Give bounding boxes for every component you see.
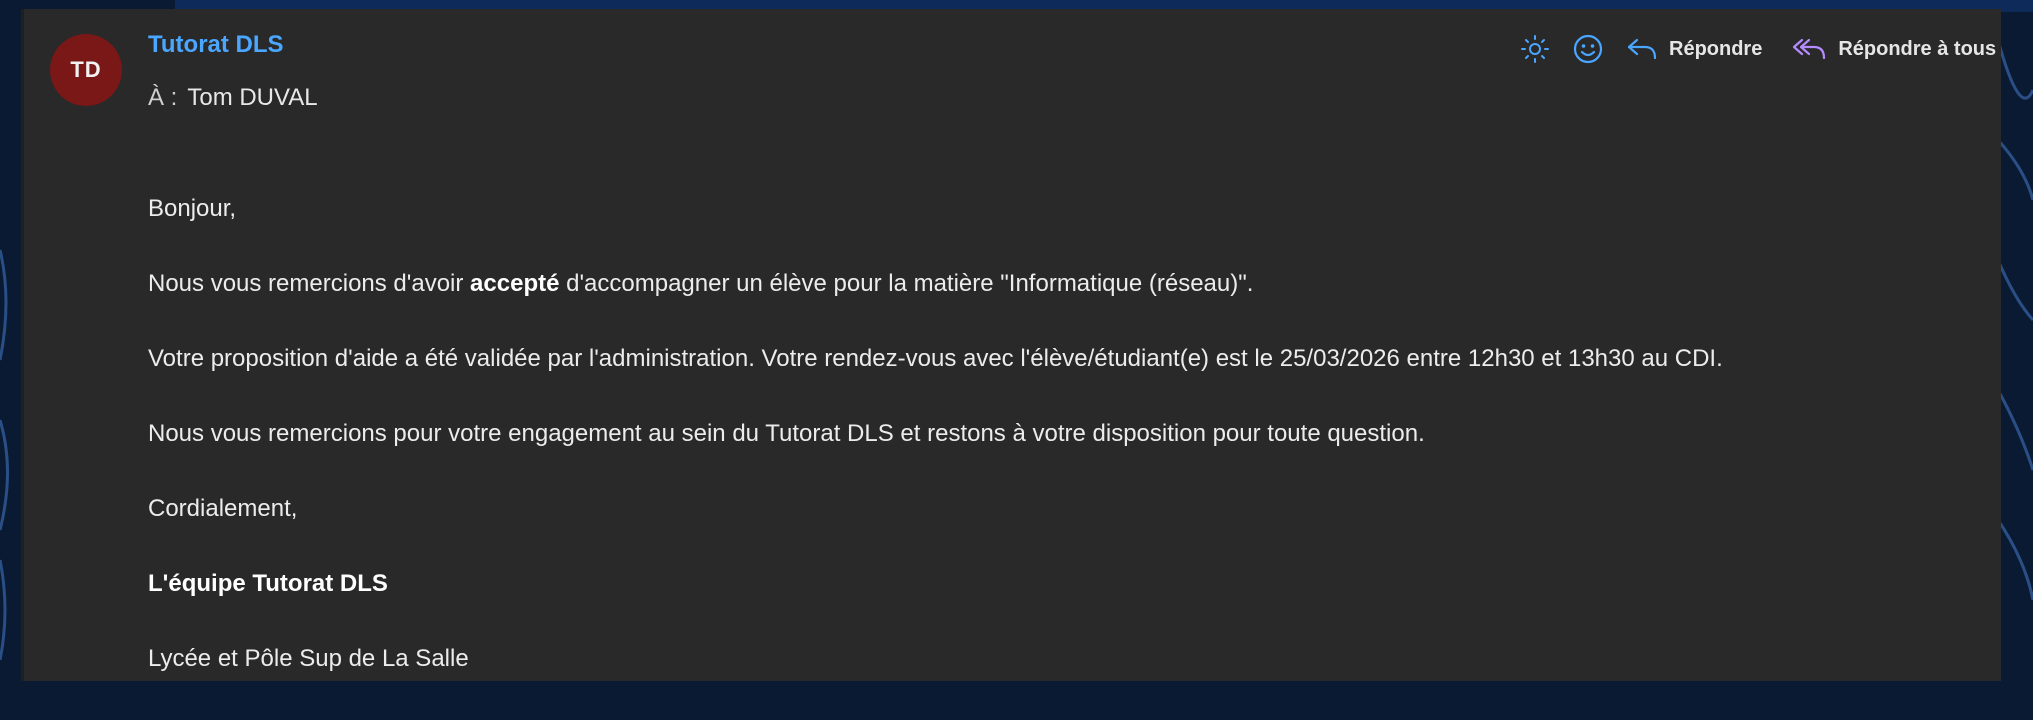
to-label: À : <box>148 84 178 111</box>
reply-button[interactable]: Répondre <box>1625 36 1762 62</box>
paragraph-1-end: d'accompagner un élève pour la matière "… <box>559 270 1254 297</box>
signature-school: Lycée et Pôle Sup de La Salle <box>148 645 469 672</box>
emoji-icon[interactable] <box>1571 32 1605 66</box>
greeting: Bonjour, <box>148 195 237 222</box>
body-paragraph-1: Nous vous remercions d'avoir accepté d'a… <box>148 270 1998 345</box>
reply-all-icon <box>1790 36 1828 62</box>
closing: Cordialement, <box>148 495 298 522</box>
body-paragraph-2: Votre proposition d'aide a été validée p… <box>148 345 1723 372</box>
reply-all-label: Répondre à tous <box>1838 37 1997 60</box>
recipient-name[interactable]: Tom DUVAL <box>187 84 317 111</box>
signature-team: L'équipe Tutorat DLS <box>148 570 388 597</box>
reply-icon <box>1625 36 1659 62</box>
body-paragraph-3: Nous vous remercions pour votre engageme… <box>148 420 1425 447</box>
reply-label: Répondre <box>1669 37 1763 60</box>
email-reading-pane: TD Tutorat DLS À : Tom DUVAL Répondre Ré… <box>21 9 2001 681</box>
reply-all-button[interactable]: Répondre à tous <box>1790 36 1996 62</box>
message-actions: Répondre Répondre à tous <box>1519 29 2001 69</box>
email-body: Bonjour, Nous vous remercions d'avoir ac… <box>148 195 1998 720</box>
recipient-line: À : Tom DUVAL <box>148 84 318 112</box>
avatar[interactable]: TD <box>50 34 122 106</box>
brightness-icon[interactable] <box>1519 33 1551 65</box>
paragraph-1-start: Nous vous remercions d'avoir <box>148 270 471 297</box>
sender-name[interactable]: Tutorat DLS <box>148 31 284 59</box>
paragraph-1-emphasis: accepté <box>470 270 560 297</box>
